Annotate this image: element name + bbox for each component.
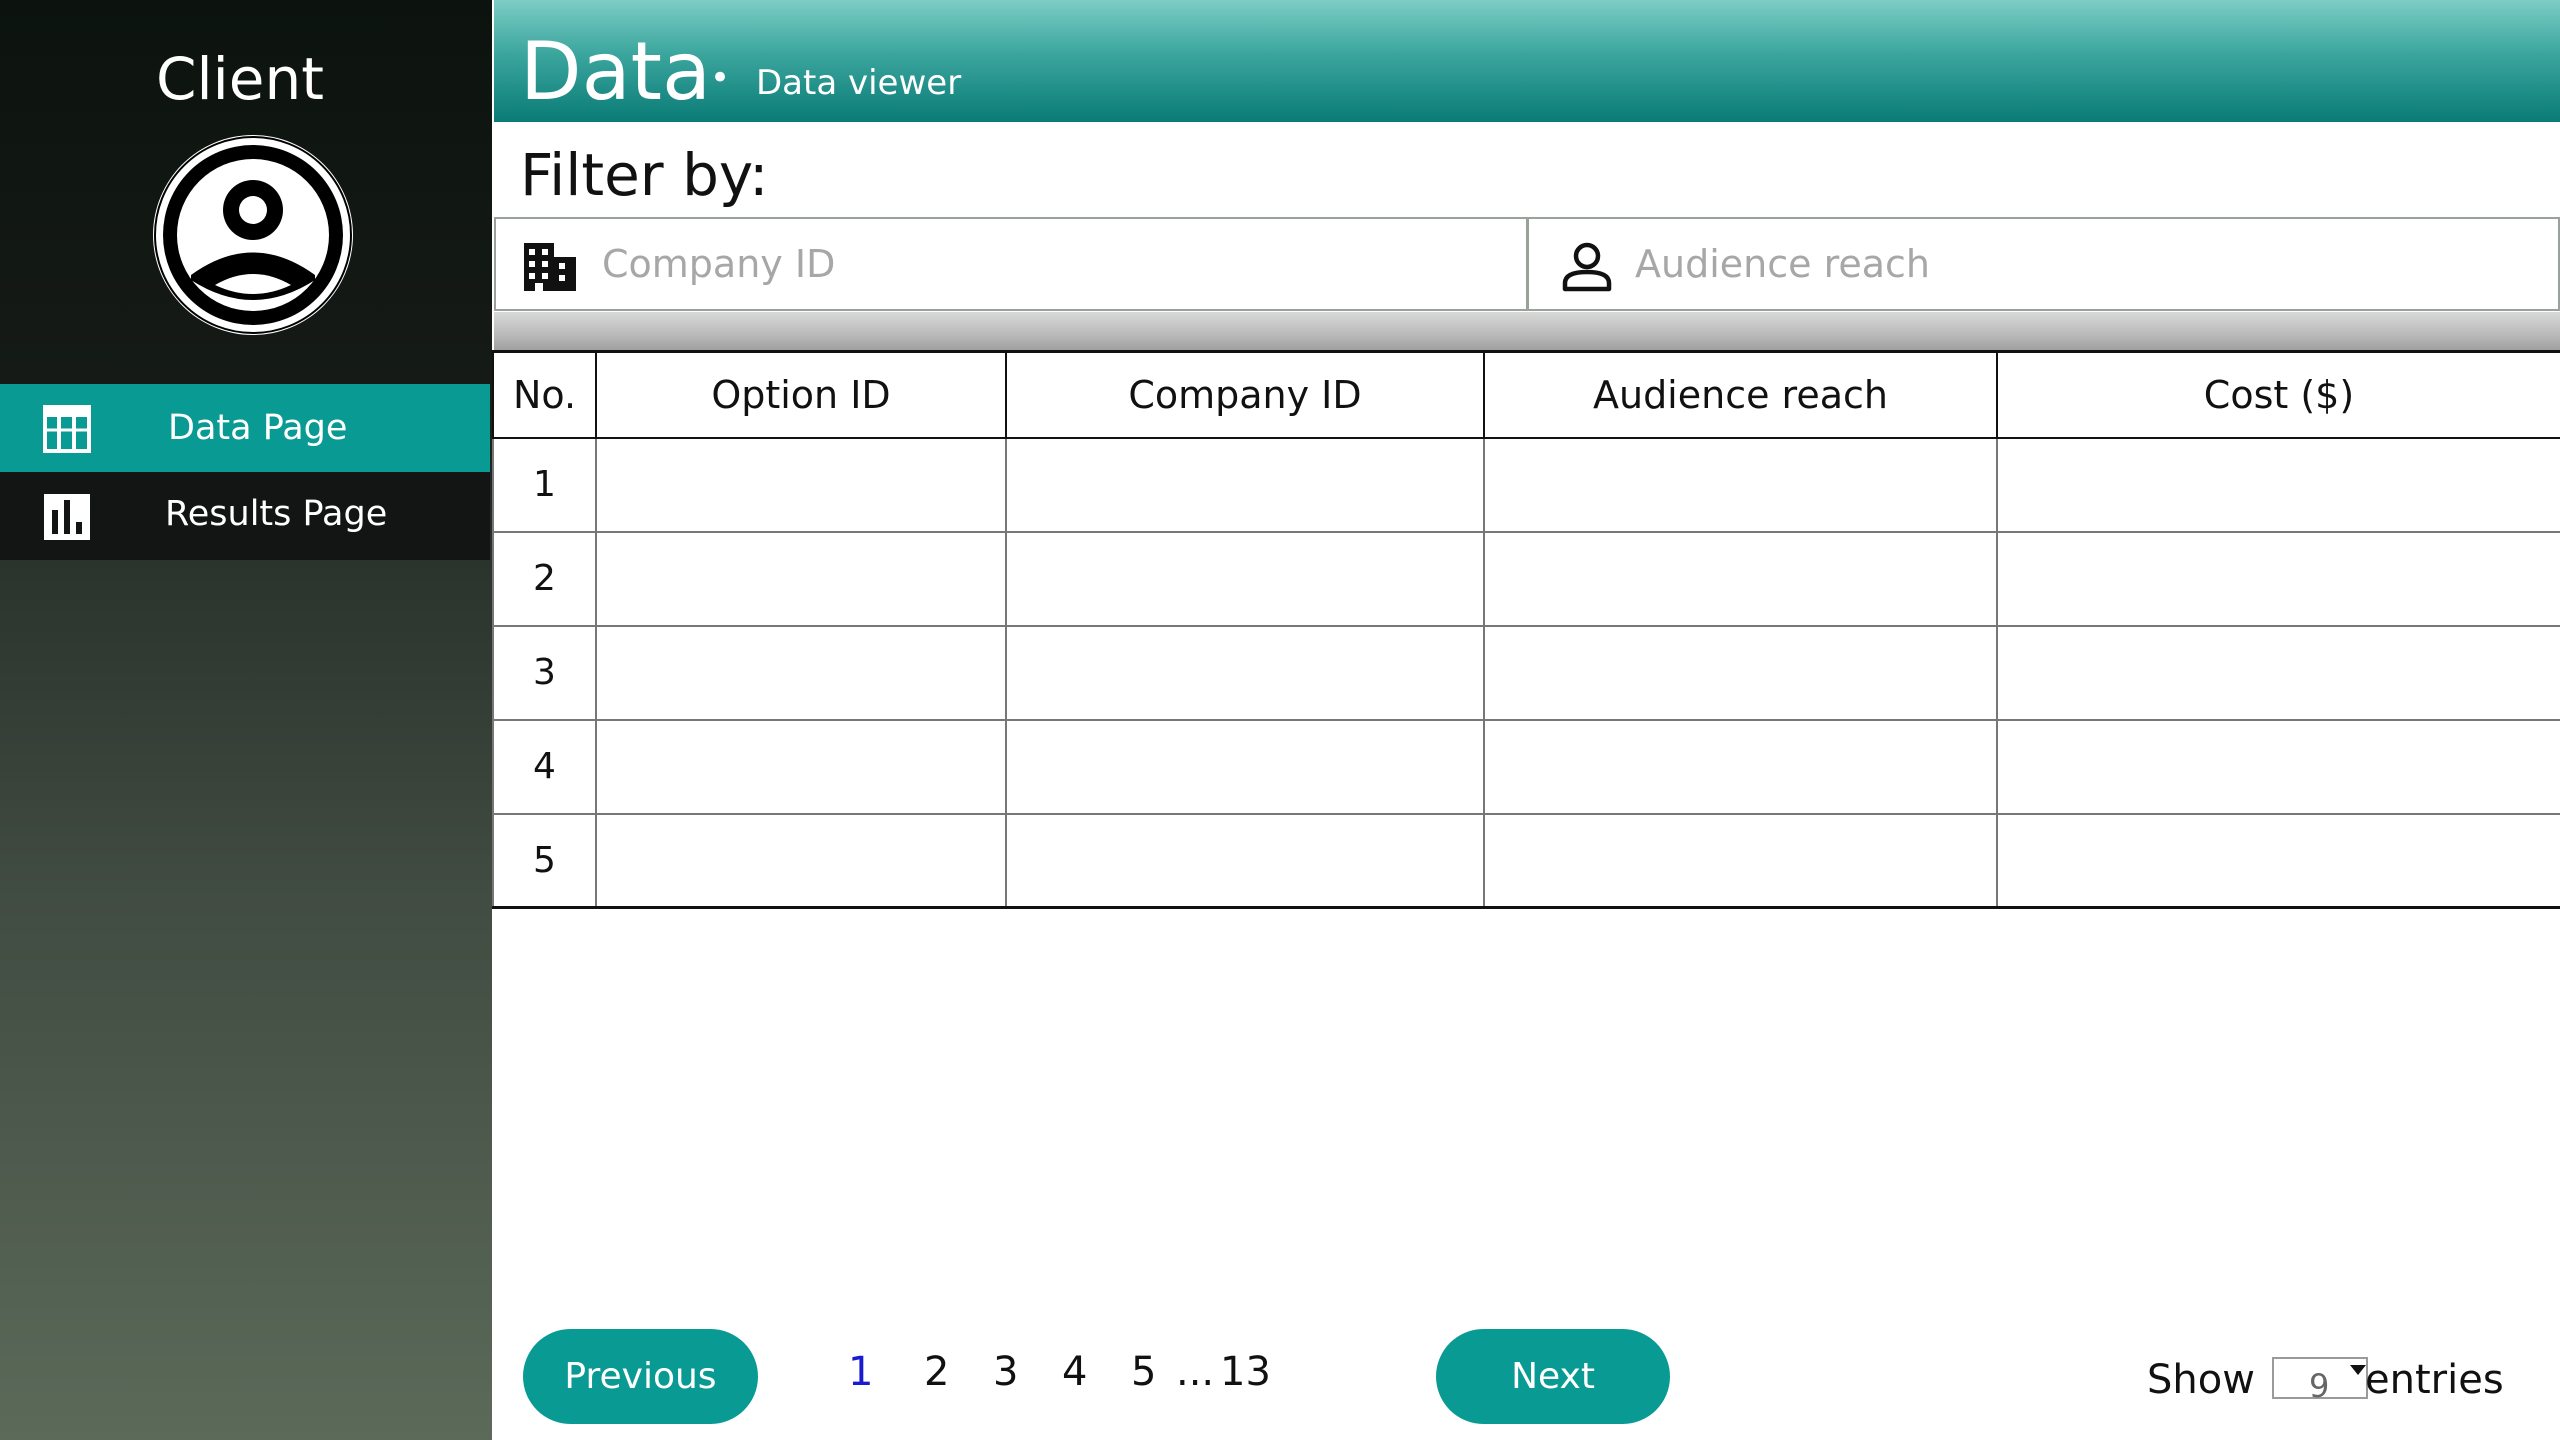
sidebar-item-label: Data Page [168,408,348,448]
company-id-cell [1005,718,1485,815]
audience-reach-cell [1483,436,1998,533]
company-id-input[interactable] [602,233,1422,295]
page-header: Data • Data viewer [494,0,2560,122]
column-header-no[interactable]: No. [492,350,597,439]
column-header-cost[interactable]: Cost ($) [1996,350,2560,439]
option-id-cell [595,624,1007,721]
option-id-cell [595,718,1007,815]
table-row[interactable]: 2 [492,530,2560,627]
table-row[interactable]: 4 [492,718,2560,815]
sidebar-item-label: Results Page [165,494,388,534]
sidebar-item-results-page[interactable]: Results Page [0,472,490,560]
page-link-3[interactable]: 3 [993,1346,1018,1398]
audience-reach-cell [1483,624,1998,721]
page-link-1[interactable]: 1 [848,1346,873,1398]
option-id-cell [595,812,1007,909]
table-icon [42,404,92,454]
column-header-company-id[interactable]: Company ID [1005,350,1485,439]
audience-reach-input[interactable] [1635,233,2455,295]
cost-cell [1996,624,2560,721]
entries-label: entries [2365,1357,2504,1403]
breadcrumb-separator: • [710,58,731,98]
audience-reach-cell [1483,530,1998,627]
page-subtitle: Data viewer [756,63,962,103]
row-number: 4 [492,718,597,815]
table-header-row: No. Option ID Company ID Audience reach … [492,350,2560,439]
company-id-cell [1005,436,1485,533]
caret-down-icon [2350,1365,2366,1375]
row-number: 3 [492,624,597,721]
audience-reach-filter [1527,217,2560,311]
option-id-cell [595,530,1007,627]
table-toolbar-band [494,312,2560,352]
pagination-ellipsis: ... [1176,1349,1215,1395]
column-header-audience-reach[interactable]: Audience reach [1483,350,1998,439]
company-id-filter [494,217,1528,311]
table-row[interactable]: 5 [492,812,2560,909]
company-id-cell [1005,530,1485,627]
cost-cell [1996,812,2560,909]
person-icon [1559,239,1615,295]
client-title: Client [156,45,324,113]
show-label: Show [2147,1357,2255,1403]
option-id-cell [595,436,1007,533]
company-id-cell [1005,812,1485,909]
entries-per-page-select[interactable]: 9 [2272,1357,2368,1405]
company-id-cell [1005,624,1485,721]
page-title: Data [520,25,712,118]
cost-cell [1996,436,2560,533]
bar-chart-icon [42,492,92,542]
next-button[interactable]: Next [1436,1329,1670,1424]
filter-label: Filter by: [520,141,769,209]
page-link-last[interactable]: 13 [1220,1346,1271,1398]
table-row[interactable]: 3 [492,624,2560,721]
data-table: No. Option ID Company ID Audience reach … [492,350,2560,909]
row-number: 5 [492,812,597,909]
user-avatar-icon [153,135,353,335]
previous-button[interactable]: Previous [523,1329,758,1424]
page-link-4[interactable]: 4 [1062,1346,1087,1398]
column-header-option-id[interactable]: Option ID [595,350,1007,439]
sidebar: Client Data Page Results Page [0,0,492,1440]
building-icon [522,239,578,295]
cost-cell [1996,530,2560,627]
entries-selected-value: 9 [2309,1367,2330,1405]
table-row[interactable]: 1 [492,436,2560,533]
cost-cell [1996,718,2560,815]
audience-reach-cell [1483,812,1998,909]
sidebar-item-data-page[interactable]: Data Page [0,384,490,472]
page-link-5[interactable]: 5 [1131,1346,1156,1398]
row-number: 1 [492,436,597,533]
row-number: 2 [492,530,597,627]
audience-reach-cell [1483,718,1998,815]
page-link-2[interactable]: 2 [924,1346,949,1398]
